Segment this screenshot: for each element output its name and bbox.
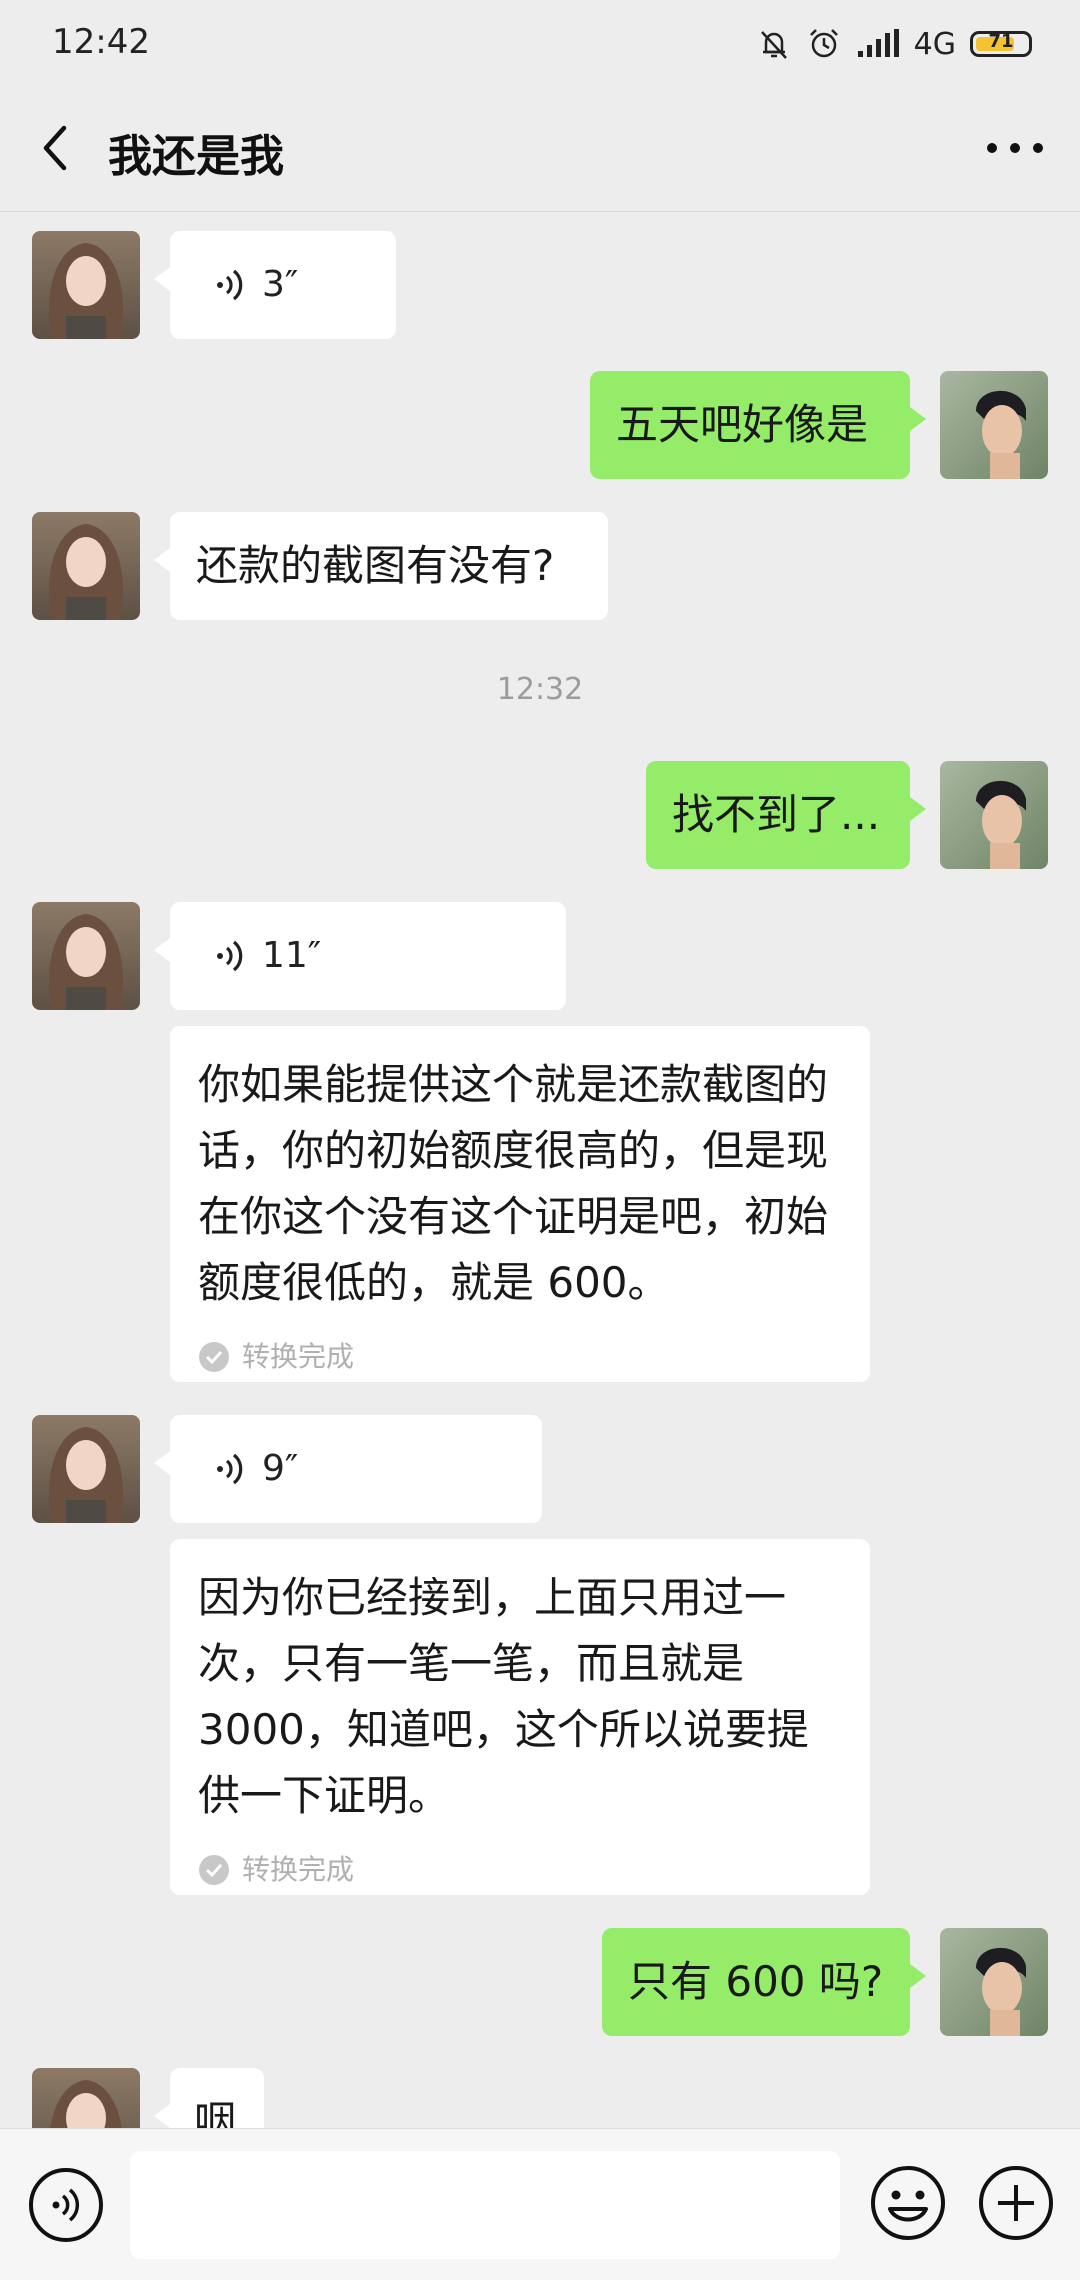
more-dots-icon <box>987 143 1043 153</box>
mute-bell-icon <box>756 26 792 62</box>
signal-icon <box>856 29 900 59</box>
voice-message-bubble[interactable]: 11″ <box>154 902 566 1010</box>
status-bar: 12:42 4G 71 <box>0 0 1080 88</box>
voice-wave-icon <box>217 1453 243 1485</box>
chevron-left-icon <box>43 125 67 171</box>
received-message-bubble[interactable]: 还款的截图有没有? <box>154 512 608 620</box>
plus-button[interactable] <box>976 2163 1056 2243</box>
self-avatar[interactable] <box>940 1928 1048 2036</box>
contact-avatar[interactable] <box>32 902 140 1010</box>
contact-avatar[interactable] <box>32 1415 140 1523</box>
time-divider: 12:32 <box>496 672 584 707</box>
transcript-text: 你如果能提供这个就是还款截图的话，你的初始额度很高的，但是现在你这个没有这个证明… <box>198 1060 829 1307</box>
transcript-status: 转换完成 <box>170 1324 870 1390</box>
voice-message-bubble[interactable]: 9″ <box>154 1415 542 1523</box>
voice-input-toggle[interactable] <box>26 2165 106 2245</box>
contact-avatar[interactable] <box>32 512 140 620</box>
voice-message-bubble[interactable]: 3″ <box>154 231 396 339</box>
voice-wave-icon <box>217 269 243 301</box>
network-type: 4G <box>913 26 956 62</box>
battery-icon: 71 <box>970 31 1032 57</box>
transcript-status: 转换完成 <box>170 1837 870 1903</box>
alarm-icon <box>806 26 842 62</box>
sent-message-bubble[interactable]: 五天吧好像是 <box>590 371 926 479</box>
voice-duration: 3″ <box>262 264 299 305</box>
transcript-status-text: 转换完成 <box>242 1853 355 1886</box>
transcript-text: 因为你已经接到，上面只用过一次，只有一笔一笔，而且就是 3000，知道吧，这个所… <box>198 1573 809 1820</box>
message-text: 只有 600 吗? <box>628 1957 884 2006</box>
self-avatar[interactable] <box>940 371 1048 479</box>
message-text: 找不到了... <box>672 790 881 839</box>
voice-transcript-bubble[interactable]: 因为你已经接到，上面只用过一次，只有一笔一笔，而且就是 3000，知道吧，这个所… <box>170 1539 870 1895</box>
message-text: 五天吧好像是 <box>616 400 869 449</box>
battery-level: 71 <box>988 31 1014 52</box>
chat-header: 我还是我 <box>0 88 1080 212</box>
message-input[interactable] <box>130 2151 840 2259</box>
voice-duration: 9″ <box>262 1448 299 1489</box>
chat-title: 我还是我 <box>108 131 284 182</box>
self-avatar[interactable] <box>940 761 1048 869</box>
check-circle-icon <box>199 1342 229 1372</box>
back-button[interactable] <box>30 118 90 178</box>
message-text: 还款的截图有没有? <box>196 541 555 590</box>
sent-message-bubble[interactable]: 找不到了... <box>646 761 926 869</box>
contact-avatar[interactable] <box>32 231 140 339</box>
transcript-status-text: 转换完成 <box>242 1340 355 1373</box>
check-circle-icon <box>199 1855 229 1885</box>
voice-transcript-bubble[interactable]: 你如果能提供这个就是还款截图的话，你的初始额度很高的，但是现在你这个没有这个证明… <box>170 1026 870 1382</box>
status-time: 12:42 <box>52 22 150 62</box>
more-button[interactable] <box>980 118 1050 178</box>
voice-wave-icon <box>217 940 243 972</box>
smiley-icon <box>871 2166 945 2240</box>
sent-message-bubble[interactable]: 只有 600 吗? <box>602 1928 926 2036</box>
voice-wave-icon <box>29 2168 103 2242</box>
voice-duration: 11″ <box>262 935 322 976</box>
emoji-button[interactable] <box>868 2163 948 2243</box>
plus-circle-icon <box>979 2166 1053 2240</box>
input-bar <box>0 2128 1080 2280</box>
status-icons: 4G 71 <box>756 22 1032 66</box>
